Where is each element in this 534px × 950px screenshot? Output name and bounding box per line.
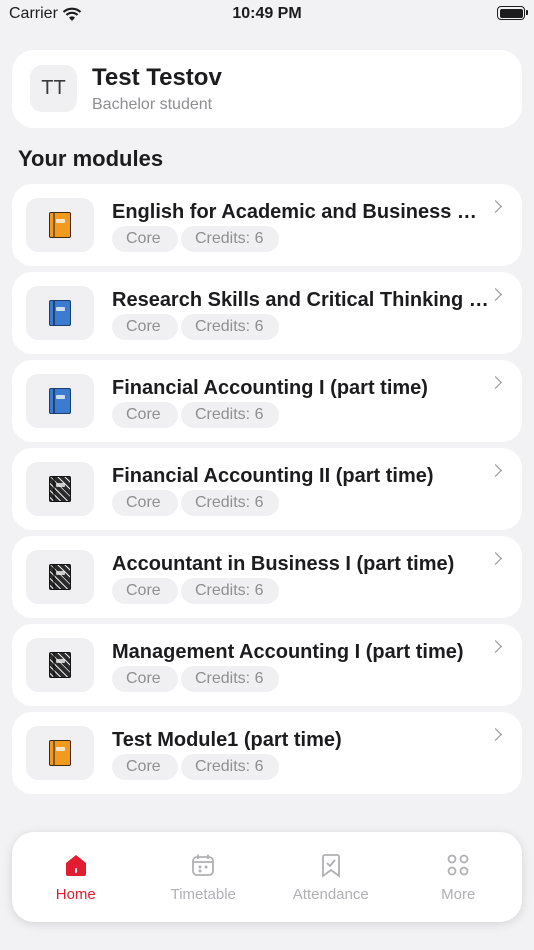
module-icon-box xyxy=(26,198,94,252)
module-credits-chip: Credits: 6 xyxy=(181,578,279,604)
module-list: English for Academic and Business Purpos… xyxy=(12,184,522,800)
profile-name: Test Testov xyxy=(92,64,222,91)
blue-book-icon xyxy=(49,388,71,414)
module-icon-box xyxy=(26,550,94,604)
module-title: Financial Accounting II (part time) xyxy=(112,465,434,487)
chevron-right-icon xyxy=(489,728,502,741)
battery-icon xyxy=(497,6,528,20)
module-card[interactable]: Financial Accounting I (part time) Core … xyxy=(12,360,522,442)
module-card[interactable]: Research Skills and Critical Thinking (p… xyxy=(12,272,522,354)
module-type-chip: Core xyxy=(112,666,178,692)
notebook-icon xyxy=(49,652,71,678)
tab-timetable[interactable]: Timetable xyxy=(140,832,268,922)
module-title: Management Accounting I (part time) xyxy=(112,641,464,663)
profile-card[interactable]: TT Test Testov Bachelor student xyxy=(12,50,522,128)
profile-role: Bachelor student xyxy=(92,96,213,113)
module-card[interactable]: Management Accounting I (part time) Core… xyxy=(12,624,522,706)
notebook-icon xyxy=(49,476,71,502)
tab-home-label: Home xyxy=(55,886,96,903)
blue-book-icon xyxy=(49,300,71,326)
chevron-right-icon xyxy=(489,552,502,565)
module-card[interactable]: Financial Accounting II (part time) Core… xyxy=(12,448,522,530)
tab-bar: Home Timetable Attendance More xyxy=(12,832,522,922)
tab-timetable-label: Timetable xyxy=(170,886,236,903)
section-title: Your modules xyxy=(18,146,164,171)
orange-book-icon xyxy=(49,212,71,238)
module-credits-chip: Credits: 6 xyxy=(181,490,279,516)
module-icon-box xyxy=(26,374,94,428)
orange-book-icon xyxy=(49,740,71,766)
module-credits-chip: Credits: 6 xyxy=(181,666,279,692)
module-type-chip: Core xyxy=(112,402,178,428)
grid-dots-icon xyxy=(445,852,471,878)
module-type-chip: Core xyxy=(112,226,178,252)
module-icon-box xyxy=(26,462,94,516)
calendar-icon xyxy=(190,852,216,878)
tab-more[interactable]: More xyxy=(395,832,523,922)
module-type-chip: Core xyxy=(112,490,178,516)
module-card[interactable]: Test Module1 (part time) Core Credits: 6 xyxy=(12,712,522,794)
module-title: Accountant in Business I (part time) xyxy=(112,553,455,575)
bookmark-check-icon xyxy=(318,852,344,878)
module-credits-chip: Credits: 6 xyxy=(181,314,279,340)
tab-attendance-label: Attendance xyxy=(292,886,369,903)
module-icon-box xyxy=(26,638,94,692)
module-title: English for Academic and Business Purpos… xyxy=(112,201,490,223)
chevron-right-icon xyxy=(489,640,502,653)
tab-attendance[interactable]: Attendance xyxy=(267,832,395,922)
module-credits-chip: Credits: 6 xyxy=(181,226,279,252)
module-title: Financial Accounting I (part time) xyxy=(112,377,428,399)
chevron-right-icon xyxy=(489,288,502,301)
tab-more-label: More xyxy=(441,886,476,903)
module-card[interactable]: Accountant in Business I (part time) Cor… xyxy=(12,536,522,618)
module-icon-box xyxy=(26,726,94,780)
module-type-chip: Core xyxy=(112,314,178,340)
chevron-right-icon xyxy=(489,464,502,477)
avatar: TT xyxy=(30,65,77,112)
chevron-right-icon xyxy=(489,200,502,213)
module-type-chip: Core xyxy=(112,578,178,604)
module-credits-chip: Credits: 6 xyxy=(181,402,279,428)
chevron-right-icon xyxy=(489,376,502,389)
notebook-icon xyxy=(49,564,71,590)
module-credits-chip: Credits: 6 xyxy=(181,754,279,780)
status-bar: Carrier 10:49 PM xyxy=(0,0,534,30)
status-time: 10:49 PM xyxy=(232,5,302,22)
module-title: Test Module1 (part time) xyxy=(112,729,342,751)
home-icon xyxy=(63,852,89,878)
module-icon-box xyxy=(26,286,94,340)
tab-home[interactable]: Home xyxy=(12,832,140,922)
module-card[interactable]: English for Academic and Business Purpos… xyxy=(12,184,522,266)
module-title: Research Skills and Critical Thinking (p… xyxy=(112,289,490,311)
module-type-chip: Core xyxy=(112,754,178,780)
